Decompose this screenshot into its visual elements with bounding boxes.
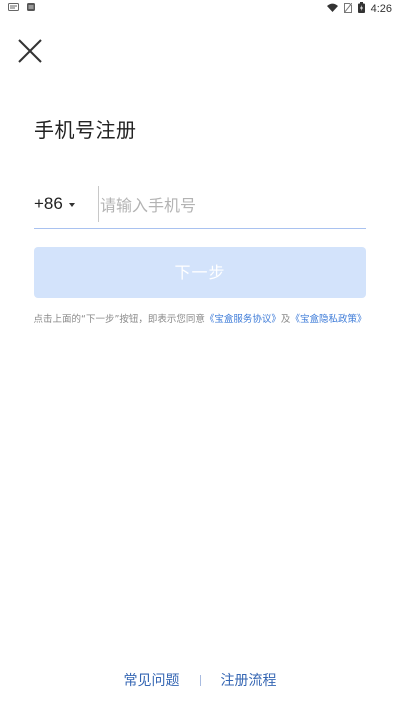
- country-code-selector[interactable]: +86: [34, 194, 75, 214]
- agreement-notice: 点击上面的“下一步”按钮，即表示您同意《宝盒服务协议》及《宝盒隐私政策》: [0, 314, 400, 326]
- service-agreement-link[interactable]: 《宝盒服务协议》: [205, 314, 281, 325]
- agreement-prefix: 点击上面的“下一步”按钮，即表示您同意: [33, 314, 205, 325]
- next-step-button[interactable]: 下一步: [34, 247, 366, 298]
- no-sim-icon: [343, 2, 352, 16]
- status-right-icons: 4:26: [326, 2, 392, 16]
- country-code-label: +86: [34, 194, 63, 213]
- agreement-conjunction: 及: [280, 314, 291, 325]
- phone-number-input[interactable]: [100, 190, 362, 220]
- footer-divider: [199, 674, 201, 686]
- close-button[interactable]: [18, 39, 42, 63]
- status-left-icons: [8, 3, 35, 14]
- wifi-icon: [326, 3, 338, 15]
- app-notification-icon: [27, 3, 35, 14]
- battery-charging-icon: [357, 2, 365, 16]
- caret-down-icon: [68, 203, 75, 207]
- privacy-policy-link[interactable]: 《宝盒隐私政策》: [290, 314, 366, 325]
- footer-links: 常见问题 注册流程: [0, 670, 400, 690]
- status-bar: 4:26: [0, 0, 400, 16]
- faq-link[interactable]: 常见问题: [124, 670, 180, 690]
- status-time: 4:26: [370, 3, 392, 15]
- registration-flow-link[interactable]: 注册流程: [221, 670, 277, 690]
- close-icon: [18, 39, 42, 63]
- input-cursor-divider: [98, 186, 99, 222]
- page-title: 手机号注册: [34, 118, 137, 142]
- notification-icon: [8, 3, 19, 14]
- phone-input-row: +86: [34, 184, 366, 229]
